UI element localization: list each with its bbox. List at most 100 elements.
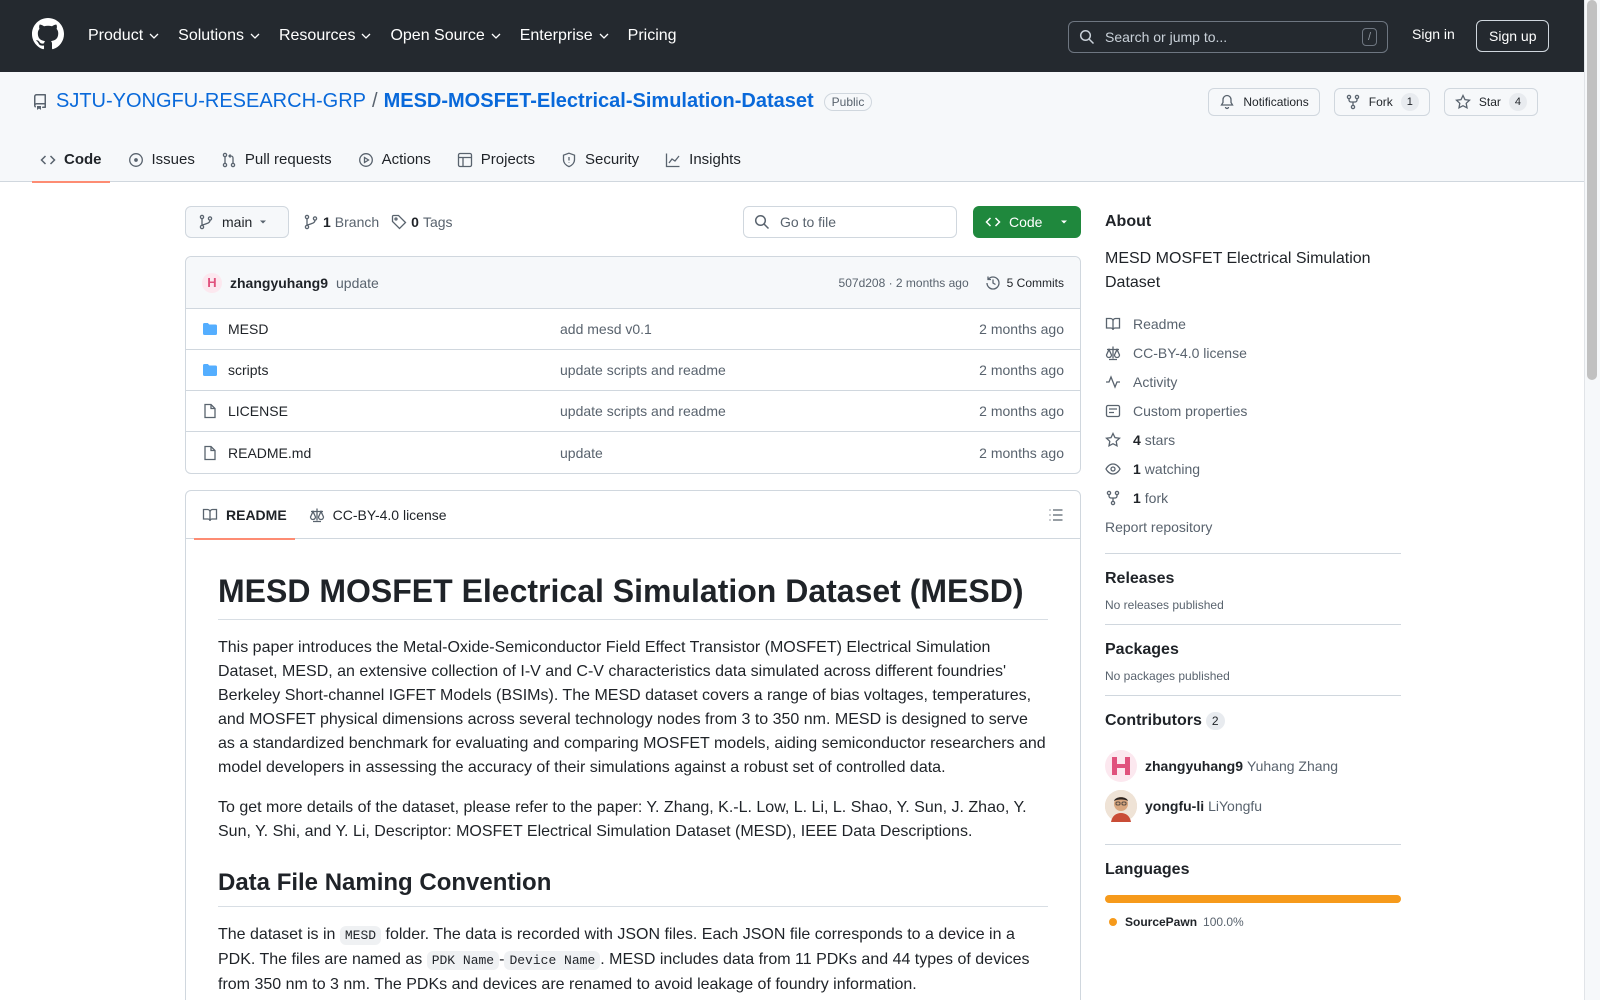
releases-heading[interactable]: Releases [1105,570,1401,588]
tab-pull-requests[interactable]: Pull requests [213,137,340,182]
list-outline-icon[interactable] [1048,507,1064,523]
tag-label: Tags [422,214,453,230]
nav-open-source[interactable]: Open Source [390,27,501,45]
commit-hash-time[interactable]: 507d208 · 2 months ago [839,276,969,290]
nav-product[interactable]: Product [88,27,160,45]
contributors-heading[interactable]: Contributors 2 [1105,712,1401,730]
table-row[interactable]: README.md update 2 months ago [186,432,1080,473]
contributors-section: Contributors 2 zhangyuhang9 Yuhang Zhang … [1105,695,1401,826]
nav-pricing[interactable]: Pricing [628,27,677,45]
nav-product-label: Product [88,27,144,44]
notifications-button[interactable]: Notifications [1208,88,1320,116]
branch-label: Branch [334,214,380,230]
tab-projects-label: Projects [480,151,535,168]
file-commit-message[interactable]: add mesd v0.1 [560,321,652,337]
tags-link[interactable]: 0 Tags [391,214,453,230]
branch-selector[interactable]: main [185,206,289,238]
repo-title: SJTU-YONGFU-RESEARCH-GRP / MESD-MOSFET-E… [32,90,873,113]
contributor-login: yongfu-li [1145,798,1205,814]
search-icon [754,214,770,230]
repo-description: MESD MOSFET Electrical Simulation Datase… [1105,250,1371,291]
scrollbar-thumb[interactable] [1587,0,1597,380]
caret-down-icon [1061,220,1067,224]
commit-message[interactable]: update [336,275,379,291]
nav-pricing-label: Pricing [627,27,677,44]
commits-count-label: 5 Commits [1006,275,1064,290]
avatar[interactable]: H [202,272,222,293]
contributor-item[interactable]: zhangyuhang9 Yuhang Zhang [1105,746,1401,786]
branches-link[interactable]: 1 Branch [303,214,379,230]
chevron-down-icon [491,33,501,39]
readme-paragraph-intro: This paper introduces the Metal-Oxide-Se… [218,639,1046,776]
file-name-link[interactable]: LICENSE [228,403,560,419]
watching-label: watching [1144,460,1201,477]
inline-code: MESD [339,926,382,945]
nav-solutions[interactable]: Solutions [178,27,261,45]
tab-code-label: Code [64,151,102,168]
tab-code[interactable]: Code [32,137,110,183]
tab-readme[interactable]: README [194,491,295,540]
repo-name-link[interactable]: MESD-MOSFET-Electrical-Simulation-Datase… [384,90,814,113]
tab-issues[interactable]: Issues [120,137,203,182]
forks-link[interactable]: 1 fork [1105,483,1401,512]
table-row[interactable]: MESD add mesd v0.1 2 months ago [186,309,1080,350]
commits-link[interactable]: 5 Commits [985,275,1064,291]
license-link[interactable]: CC-BY-4.0 license [1105,338,1401,367]
star-button[interactable]: Star 4 [1443,88,1538,116]
watchers-link[interactable]: 1 watching [1105,454,1401,483]
language-item[interactable]: SourcePawn 100.0% [1105,915,1401,929]
languages-section: Languages SourcePawn 100.0% [1105,844,1401,929]
git-branch-icon [199,214,213,230]
law-icon [309,508,324,522]
custom-properties-label: Custom properties [1133,402,1248,419]
tab-security[interactable]: Security [553,137,647,182]
file-icon [204,445,216,460]
file-commit-message[interactable]: update [560,445,603,461]
fork-button[interactable]: Fork 1 [1333,88,1430,116]
graph-icon [666,153,680,167]
github-logo-icon[interactable] [32,18,64,50]
file-name-link[interactable]: scripts [228,362,560,378]
readme-link[interactable]: Readme [1105,309,1401,338]
commit-author[interactable]: zhangyuhang9 [230,275,328,291]
report-repository-link[interactable]: Report repository [1105,512,1401,541]
nav-enterprise[interactable]: Enterprise [520,27,610,45]
go-to-file-input[interactable]: Go to file [743,206,957,238]
file-commit-message[interactable]: update scripts and readme [560,403,726,419]
file-name-link[interactable]: README.md [228,445,560,461]
play-icon [358,152,373,167]
file-commit-date: 2 months ago [979,403,1064,419]
releases-empty-text: No releases published [1105,598,1224,612]
nav-resources[interactable]: Resources [279,27,372,45]
search-input[interactable]: Search or jump to... / [1068,21,1388,53]
table-row[interactable]: scripts update scripts and readme 2 months… [186,350,1080,391]
file-type-icon [202,321,218,337]
stars-link[interactable]: 4 stars [1105,425,1401,454]
license-link-label: CC-BY-4.0 license [1133,344,1247,361]
code-dropdown-button[interactable]: Code [973,206,1081,238]
bell-icon [1220,94,1235,110]
packages-heading[interactable]: Packages [1105,641,1401,659]
tab-projects[interactable]: Projects [449,137,543,182]
repo-owner-link[interactable]: SJTU-YONGFU-RESEARCH-GRP [56,90,366,113]
contributor-item[interactable]: yongfu-li LiYongfu [1105,786,1401,826]
person-photo-icon [1105,790,1137,822]
sign-in-link[interactable]: Sign in [1412,26,1455,42]
tab-license[interactable]: CC-BY-4.0 license [301,491,455,539]
tab-security-label: Security [584,151,640,168]
book-icon [1105,317,1121,330]
file-name-link[interactable]: MESD [228,321,560,337]
tab-actions[interactable]: Actions [350,137,439,182]
pulse-icon [1106,374,1120,389]
file-commit-message[interactable]: update scripts and readme [560,362,726,378]
about-heading: About [1105,213,1152,230]
tab-insights[interactable]: Insights [657,137,749,182]
sign-up-button[interactable]: Sign up [1476,20,1550,52]
git-branch-icon [304,214,318,230]
star-count: 4 [1508,93,1527,111]
custom-properties-link[interactable]: Custom properties [1105,396,1401,425]
code-icon [985,217,1001,227]
table-row[interactable]: LICENSE update scripts and readme 2 months… [186,391,1080,432]
language-color-dot [1109,918,1117,926]
activity-link[interactable]: Activity [1105,367,1401,396]
